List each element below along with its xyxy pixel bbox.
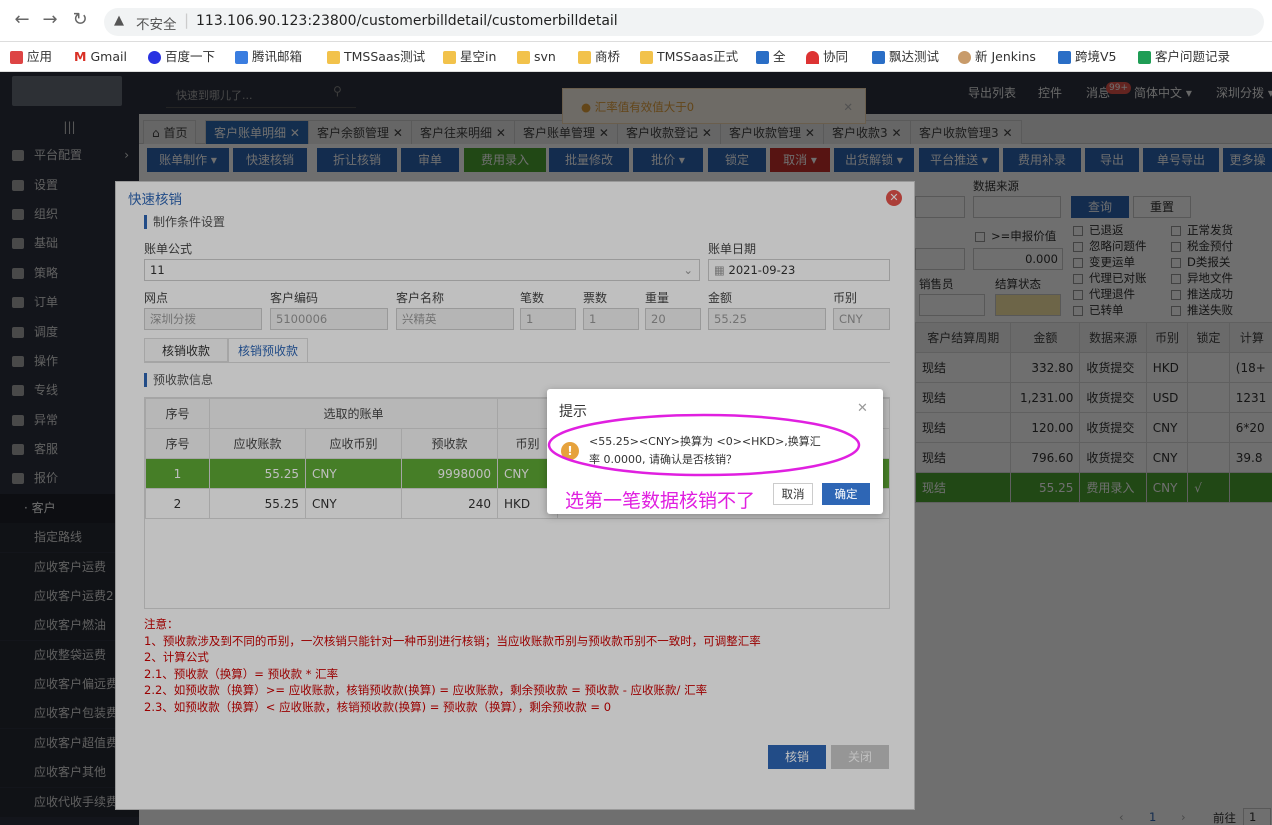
jenkins-icon — [958, 50, 971, 64]
forward-icon[interactable]: → — [40, 10, 60, 30]
bookmark-tmssaas-test[interactable]: TMSSaas测试 — [327, 42, 425, 72]
reload-icon[interactable]: ↻ — [70, 10, 90, 30]
site-icon — [872, 50, 885, 64]
bookmark-xingkong[interactable]: 星空in — [443, 42, 496, 72]
folder-icon — [443, 50, 456, 64]
annotation-text: 选第一笔数据核销不了 — [565, 490, 756, 512]
site-icon — [756, 50, 769, 64]
bookmark-piaoda[interactable]: 飘达测试 — [872, 42, 939, 72]
bookmark-quan[interactable]: 全 — [756, 42, 786, 72]
bookmark-issues[interactable]: 客户问题记录 — [1138, 42, 1230, 72]
url-text: 113.106.90.123:23800/customerbilldetail/… — [196, 13, 618, 29]
bookmark-shangqiao[interactable]: 商桥 — [578, 42, 620, 72]
site-icon — [806, 50, 819, 64]
bookmark-jenkins[interactable]: 新 Jenkins — [958, 42, 1036, 72]
apps-icon — [10, 50, 23, 64]
cancel-button[interactable]: 取消 — [773, 483, 813, 505]
bookmark-gmail[interactable]: M Gmail — [74, 42, 127, 72]
folder-icon — [578, 50, 591, 64]
warning-icon: ▲ — [114, 13, 124, 28]
bookmark-svn[interactable]: svn — [517, 42, 556, 72]
sheet-icon — [1138, 50, 1151, 64]
bookmark-tmssaas-prod[interactable]: TMSSaas正式 — [640, 42, 738, 72]
folder-icon — [517, 50, 530, 64]
security-label: 不安全 — [136, 17, 177, 33]
folder-icon — [640, 50, 653, 64]
browser-address-bar: ← → ↻ ▲ 不安全 | 113.106.90.123:23800/custo… — [0, 0, 1272, 42]
folder-icon — [327, 50, 340, 64]
bookmark-baidu[interactable]: 百度一下 — [148, 42, 215, 72]
bookmark-qqmail[interactable]: 腾讯邮箱 — [235, 42, 302, 72]
bookmarks-bar: 应用 M Gmail 百度一下 腾讯邮箱 TMSSaas测试 星空in svn 商… — [0, 42, 1272, 72]
url-divider: | — [184, 11, 190, 29]
bookmark-apps[interactable]: 应用 — [10, 42, 52, 72]
ok-button[interactable]: 确定 — [822, 483, 870, 505]
bookmark-xietong[interactable]: 协同 — [806, 42, 848, 72]
bookmark-kuajing[interactable]: 跨境V5 — [1058, 42, 1117, 72]
baidu-icon — [148, 50, 161, 64]
gmail-icon: M — [74, 49, 87, 64]
url-box[interactable]: ▲ 不安全 | 113.106.90.123:23800/customerbil… — [104, 8, 1264, 36]
back-icon[interactable]: ← — [12, 10, 32, 30]
mail-icon — [235, 50, 248, 64]
site-icon — [1058, 50, 1071, 64]
annotation-ellipse — [547, 413, 861, 477]
